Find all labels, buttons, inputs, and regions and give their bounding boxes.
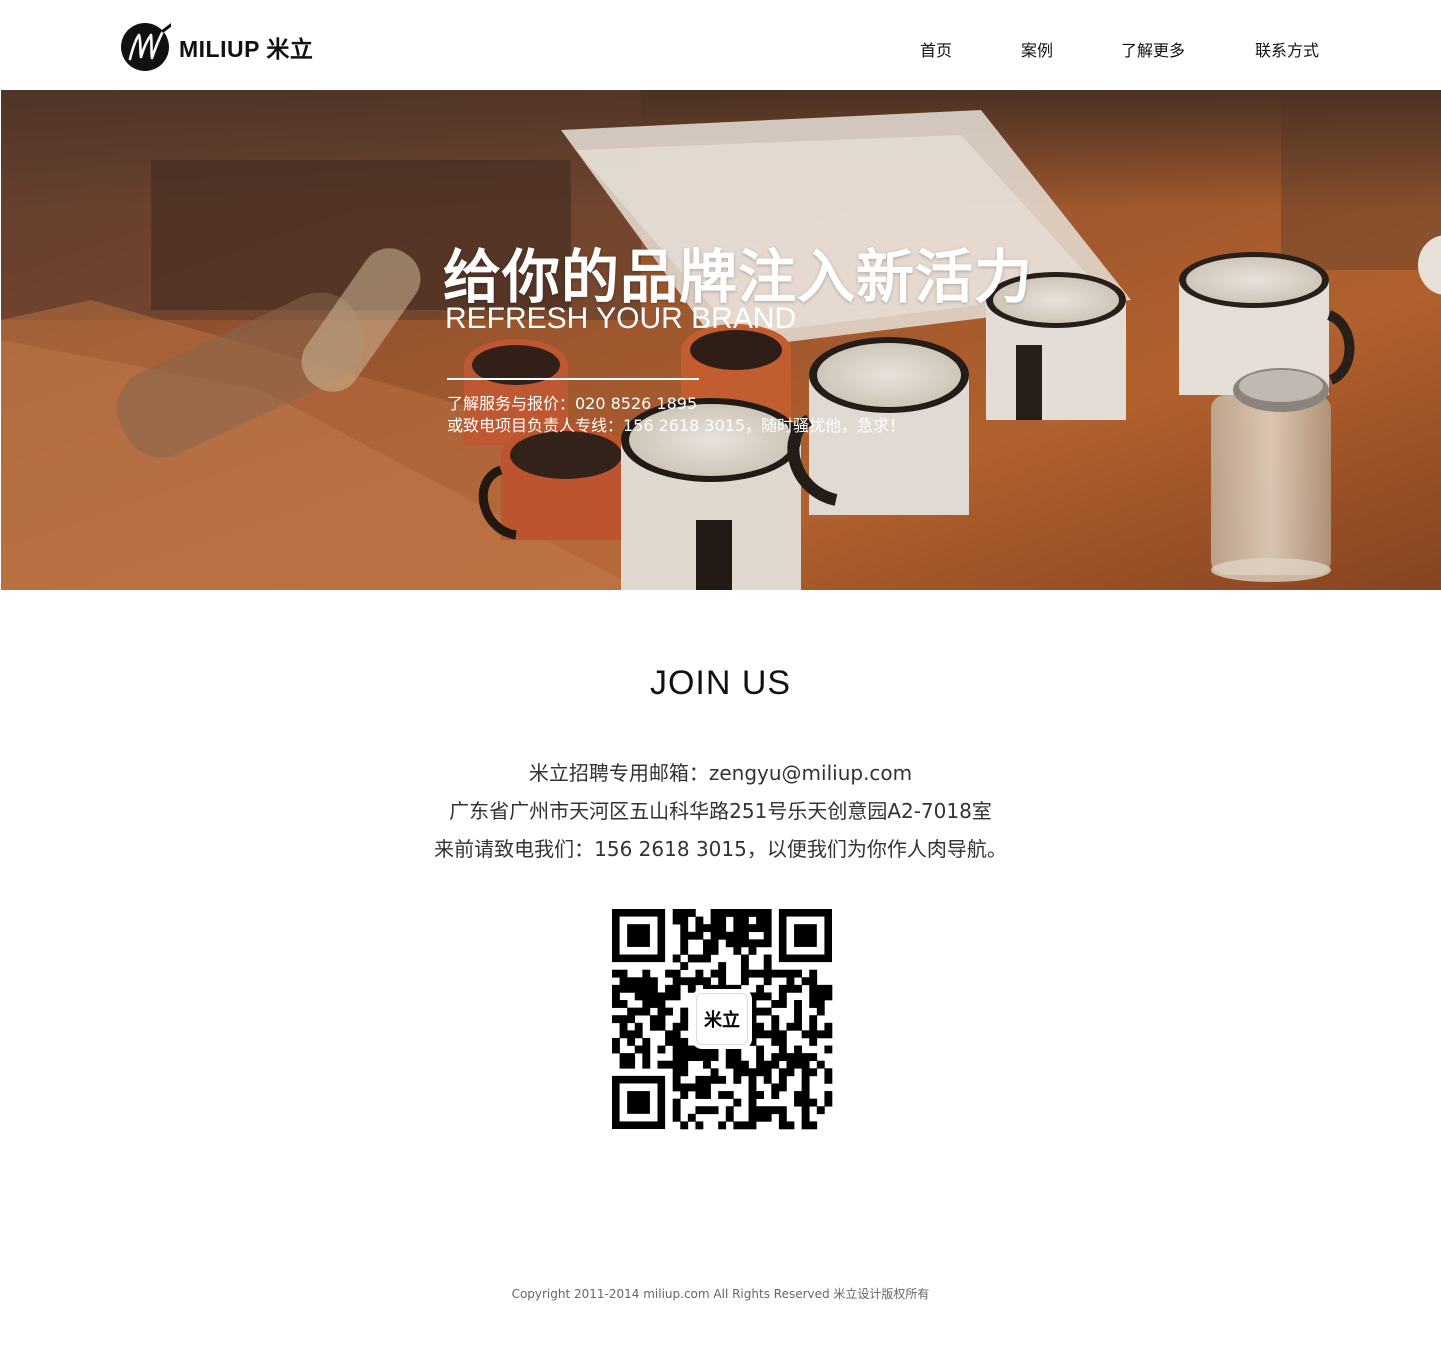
hero-subtitle: REFRESH YOUR BRAND [445,302,797,335]
site-header: MILIUP 米立 首页 案例 了解更多 联系方式 [0,0,1441,90]
nav-item-home[interactable]: 首页 [920,37,952,61]
qr-center-logo: 米立 [696,993,748,1045]
hero-banner: 给你的品牌注入新活力 REFRESH YOUR BRAND 了解服务与报价：02… [1,90,1441,590]
hero-service-phone: 了解服务与报价：020 8526 1895 [447,394,698,413]
nav-item-contact[interactable]: 联系方式 [1255,37,1319,61]
hero-manager-phone: 或致电项目负责人专线：156 2618 3015，随时骚扰他，急求！ [447,416,906,435]
main-nav: 首页 案例 了解更多 联系方式 [0,37,1441,61]
recruit-email-text: 米立招聘专用邮箱：zengyu@miliup.com [528,761,913,785]
footer-copyright: Copyright 2011-2014 miliup.com All Right… [511,1287,930,1301]
visit-phone-text: 来前请致电我们：156 2618 3015，以便我们为你作人肉导航。 [434,837,1007,861]
hero-divider [447,378,699,380]
wechat-qr-code: 米立 [608,905,836,1133]
nav-item-cases[interactable]: 案例 [1021,37,1053,61]
hero-background-image [1,90,1441,590]
join-us-title: JOIN US [649,664,792,702]
address-text: 广东省广州市天河区五山科华路251号乐天创意园A2-7018室 [449,799,992,823]
nav-item-learn-more[interactable]: 了解更多 [1121,37,1185,61]
